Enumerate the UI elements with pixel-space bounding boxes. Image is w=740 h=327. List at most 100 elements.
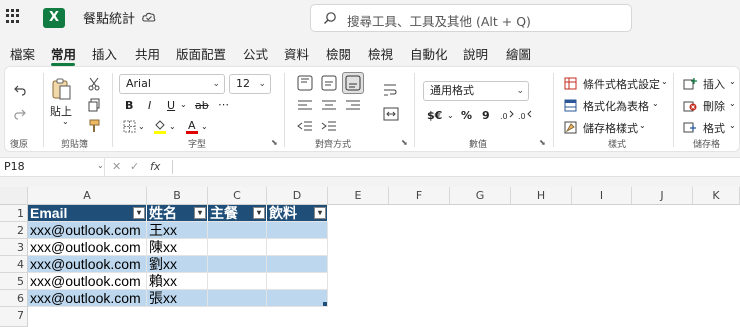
strikethrough-icon[interactable]: ab: [195, 99, 209, 112]
increase-decimal-icon[interactable]: .0: [500, 109, 514, 121]
wrap-text-icon[interactable]: [383, 83, 397, 97]
column-header-d[interactable]: D: [267, 187, 328, 205]
number-format-dropdown[interactable]: 通用格式 ⌄: [423, 81, 529, 101]
bold-icon[interactable]: B: [125, 99, 133, 112]
table-cell[interactable]: [208, 290, 267, 307]
tab-share[interactable]: 共用: [135, 44, 160, 63]
align-top-icon[interactable]: [297, 75, 313, 91]
column-header-i[interactable]: I: [572, 187, 632, 205]
format-chevron-icon[interactable]: ⌄: [729, 121, 736, 130]
format-cells-label[interactable]: 格式: [703, 120, 725, 136]
format-as-table-chevron-icon[interactable]: ⌄: [652, 99, 659, 108]
italic-icon[interactable]: I: [148, 99, 151, 112]
font-dialog-launcher-icon[interactable]: ⬊: [271, 138, 278, 147]
merge-center-icon[interactable]: [383, 107, 399, 121]
font-color-chevron-icon[interactable]: ⌄: [201, 122, 208, 131]
table-cell[interactable]: [208, 239, 267, 256]
column-header-f[interactable]: F: [389, 187, 450, 205]
tab-insert[interactable]: 插入: [92, 44, 117, 63]
format-as-table-icon[interactable]: [564, 99, 577, 112]
tab-review[interactable]: 檢閱: [326, 44, 351, 63]
row-header-2[interactable]: 2: [0, 222, 28, 239]
tab-formulas[interactable]: 公式: [243, 44, 268, 63]
cancel-entry-icon[interactable]: ✕: [112, 160, 121, 173]
table-cell[interactable]: 劉xx: [147, 256, 208, 273]
tab-file[interactable]: 檔案: [10, 44, 35, 63]
align-bottom-button[interactable]: [342, 72, 364, 94]
filter-dropdown-icon[interactable]: ▾: [133, 207, 145, 219]
table-cell[interactable]: [208, 256, 267, 273]
cut-icon[interactable]: [87, 77, 101, 91]
delete-chevron-icon[interactable]: ⌄: [729, 99, 736, 108]
select-all-corner[interactable]: [0, 187, 28, 205]
align-middle-icon[interactable]: [321, 75, 337, 91]
tab-automate[interactable]: 自動化: [410, 44, 448, 63]
format-as-table-label[interactable]: 格式化為表格: [583, 98, 649, 114]
column-header-h[interactable]: H: [511, 187, 572, 205]
borders-icon[interactable]: [123, 120, 136, 133]
number-dialog-launcher-icon[interactable]: ⬊: [539, 138, 546, 147]
table-cell[interactable]: 陳xx: [147, 239, 208, 256]
delete-cells-icon[interactable]: [683, 99, 697, 112]
column-header-j[interactable]: J: [632, 187, 693, 205]
redo-icon[interactable]: [13, 107, 27, 121]
decrease-indent-icon[interactable]: [297, 120, 313, 134]
currency-chevron-icon[interactable]: ⌄: [447, 111, 454, 120]
document-title[interactable]: 餐點統計: [83, 8, 135, 27]
table-header-cell[interactable]: Email ▾: [28, 205, 147, 222]
paste-dropdown-chevron-icon[interactable]: ⌄: [62, 117, 69, 126]
name-box-chevron-icon[interactable]: ⌄: [97, 161, 104, 170]
increase-indent-icon[interactable]: [321, 120, 337, 134]
row-header-6[interactable]: 6: [0, 290, 28, 307]
row-header-3[interactable]: 3: [0, 239, 28, 256]
table-cell[interactable]: [267, 222, 328, 239]
insert-cells-icon[interactable]: [683, 77, 697, 90]
table-cell[interactable]: 賴xx: [147, 273, 208, 290]
table-cell[interactable]: xxx@outlook.com: [28, 290, 147, 307]
row-header-1[interactable]: 1: [0, 205, 28, 222]
tab-draw[interactable]: 繪圖: [506, 44, 531, 63]
insert-chevron-icon[interactable]: ⌄: [729, 77, 736, 86]
copy-icon[interactable]: [87, 98, 101, 112]
conditional-formatting-chevron-icon[interactable]: ⌄: [661, 77, 668, 86]
table-header-cell[interactable]: 主餐 ▾: [208, 205, 267, 222]
row-header-5[interactable]: 5: [0, 273, 28, 290]
row-header-7[interactable]: 7: [0, 307, 28, 327]
comma-style-icon[interactable]: 9: [482, 109, 490, 122]
search-box[interactable]: 搜尋工具、工具及其他 (Alt + Q): [310, 4, 632, 32]
table-header-cell[interactable]: 飲料 ▾: [267, 205, 328, 222]
conditional-formatting-icon[interactable]: [564, 77, 577, 90]
cell-styles-icon[interactable]: [564, 121, 577, 134]
table-cell[interactable]: xxx@outlook.com: [28, 273, 147, 290]
table-cell[interactable]: [267, 239, 328, 256]
cloud-saved-icon[interactable]: [142, 10, 156, 24]
fill-color-chevron-icon[interactable]: ⌄: [169, 122, 176, 131]
table-cell[interactable]: [208, 222, 267, 239]
currency-format-icon[interactable]: $€: [427, 109, 442, 122]
table-cell[interactable]: [267, 256, 328, 273]
name-box[interactable]: P18: [0, 158, 105, 176]
font-size-dropdown[interactable]: 12 ⌄: [229, 74, 271, 94]
insert-cells-label[interactable]: 插入: [703, 76, 725, 92]
table-cell[interactable]: xxx@outlook.com: [28, 256, 147, 273]
row-header-4[interactable]: 4: [0, 256, 28, 273]
table-cell[interactable]: xxx@outlook.com: [28, 222, 147, 239]
decrease-decimal-icon[interactable]: .0: [518, 109, 532, 121]
table-cell[interactable]: xxx@outlook.com: [28, 239, 147, 256]
confirm-entry-icon[interactable]: ✓: [130, 160, 139, 173]
column-header-k[interactable]: K: [693, 187, 740, 205]
undo-icon[interactable]: [13, 83, 27, 97]
tab-home[interactable]: 常用: [51, 44, 76, 63]
cell-styles-label[interactable]: 儲存格樣式: [583, 120, 638, 136]
fill-color-icon[interactable]: [153, 119, 167, 134]
borders-chevron-icon[interactable]: ⌄: [138, 122, 145, 131]
align-right-icon[interactable]: [345, 99, 361, 113]
conditional-formatting-label[interactable]: 條件式格式設定: [583, 76, 660, 92]
table-header-cell[interactable]: 姓名 ▾: [147, 205, 208, 222]
underline-chevron-icon[interactable]: ⌄: [180, 100, 187, 109]
filter-dropdown-icon[interactable]: ▾: [253, 207, 265, 219]
column-header-a[interactable]: A: [28, 187, 147, 205]
tab-data[interactable]: 資料: [284, 44, 309, 63]
format-painter-icon[interactable]: [87, 119, 101, 133]
more-font-options-icon[interactable]: ⋯: [218, 98, 229, 111]
